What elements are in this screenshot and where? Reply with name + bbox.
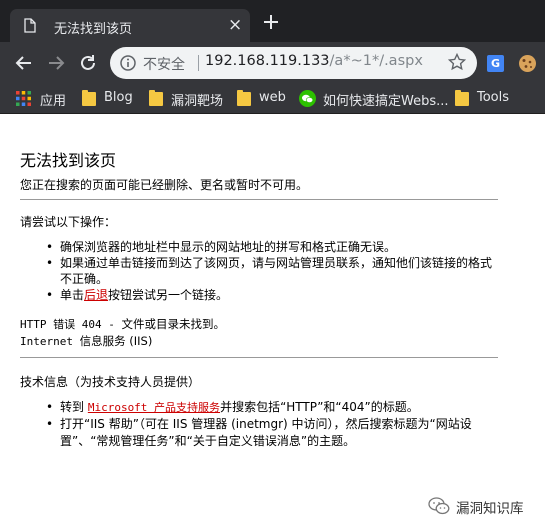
list-item: 打开“IIS 帮助”（可在 IIS 管理器 (inetmgr) 中访问），然后搜… (20, 416, 500, 450)
translate-extension-icon[interactable]: G (487, 55, 504, 72)
bookmark-label: Blog (104, 90, 133, 105)
bookmark-star-icon[interactable] (448, 53, 466, 71)
step-text-post: 按钮尝试另一个链接。 (108, 288, 229, 302)
page-subtitle: 您正在搜索的页面可能已经删除、更名或暂时不可用。 (20, 178, 309, 192)
url-text[interactable]: 192.168.119.133/a*~1*/.aspx (205, 53, 423, 69)
page-title: 无法找到该页 (20, 151, 117, 170)
apps-grid-icon (16, 91, 31, 106)
service-text: 信息服务 (IIS) (79, 334, 153, 348)
info-icon[interactable] (120, 55, 136, 71)
folder-icon (82, 90, 96, 106)
tech-text: 打开“IIS 帮助”（可在 IIS 管理器 (inetmgr) 中访问），然后搜… (60, 417, 472, 448)
suggestion-list: 确保浏览器的地址栏中显示的网站地址的拼写和格式正确无误。 如果通过单击链接而到达… (20, 239, 500, 303)
step-text-pre: 单击 (60, 288, 85, 302)
step-text: 如果通过单击链接而到达了该网页，请与网站管理员联系，通知他们该链接的格式不正确。 (60, 256, 493, 286)
wechat-official-account-icon (428, 497, 450, 515)
http-error-line: HTTP 错误 404 - 文件或目录未找到。 (20, 316, 225, 332)
service-code: Internet (20, 335, 80, 348)
list-item: 确保浏览器的地址栏中显示的网站地址的拼写和格式正确无误。 (20, 239, 500, 255)
bookmark-label: 应用 (40, 94, 67, 109)
folder-icon (455, 90, 469, 106)
bookmark-label: 如何快速搞定Webs... (323, 94, 449, 109)
new-tab-icon[interactable] (262, 13, 280, 31)
list-item: 如果通过单击链接而到达了该网页，请与网站管理员联系，通知他们该链接的格式不正确。 (20, 255, 500, 287)
cookie-extension-icon[interactable] (518, 54, 537, 73)
iis-service-line: Internet 信息服务 (IIS) (20, 333, 152, 349)
url-host: 192.168.119.133 (205, 53, 330, 69)
ms-support-link[interactable]: Microsoft 产品支持服务 (88, 401, 220, 414)
list-item: 转到 Microsoft 产品支持服务并搜索包括“HTTP”和“404”的标题。 (20, 399, 500, 416)
folder-icon (149, 90, 163, 106)
omnibox-divider (198, 55, 199, 71)
bookmark-label: web (259, 90, 286, 105)
back-link[interactable]: 后退 (84, 288, 108, 302)
error-code: HTTP 错误 404 - (20, 318, 122, 331)
error-text: 文件或目录未找到。 (121, 317, 225, 331)
tech-info-list: 转到 Microsoft 产品支持服务并搜索包括“HTTP”和“404”的标题。… (20, 399, 500, 450)
address-bar[interactable]: 不安全 192.168.119.133/a*~1*/.aspx (110, 47, 477, 79)
tech-text-post: 并搜索包括“HTTP”和“404”的标题。 (220, 400, 419, 414)
tech-heading: 技术信息（为技术支持人员提供） (20, 375, 201, 389)
divider (20, 199, 498, 200)
wechat-icon (299, 90, 316, 107)
step-text: 确保浏览器的地址栏中显示的网站地址的拼写和格式正确无误。 (60, 240, 397, 254)
bookmarks-bar: 应用 Blog 漏洞靶场 web 如何快速搞定Webs... Tools (0, 84, 545, 114)
reload-icon[interactable] (78, 53, 98, 73)
list-item: 单击后退按钮尝试另一个链接。 (20, 287, 500, 303)
tech-text-pre: 转到 (60, 400, 88, 414)
try-heading: 请尝试以下操作： (20, 215, 117, 229)
document-icon (24, 18, 36, 33)
security-status: 不安全 (143, 57, 185, 73)
url-path: /a*~1*/.aspx (329, 53, 423, 69)
folder-icon (237, 90, 251, 106)
bookmark-label: 漏洞靶场 (171, 94, 224, 109)
bookmark-label: Tools (477, 90, 510, 105)
tab-title: 无法找到该页 (54, 22, 133, 37)
watermark-text: 漏洞知识库 (456, 501, 524, 517)
close-tab-icon[interactable]: × (228, 15, 242, 35)
forward-arrow-icon[interactable] (46, 53, 66, 73)
back-arrow-icon[interactable] (14, 53, 34, 73)
browser-toolbar: 不安全 192.168.119.133/a*~1*/.aspx G (0, 42, 545, 84)
page-content: 无法找到该页 您正在搜索的页面可能已经删除、更名或暂时不可用。 请尝试以下操作：… (0, 115, 545, 531)
tab-strip: 无法找到该页 × (0, 0, 545, 42)
divider (20, 357, 498, 358)
active-tab[interactable]: 无法找到该页 × (10, 9, 250, 42)
